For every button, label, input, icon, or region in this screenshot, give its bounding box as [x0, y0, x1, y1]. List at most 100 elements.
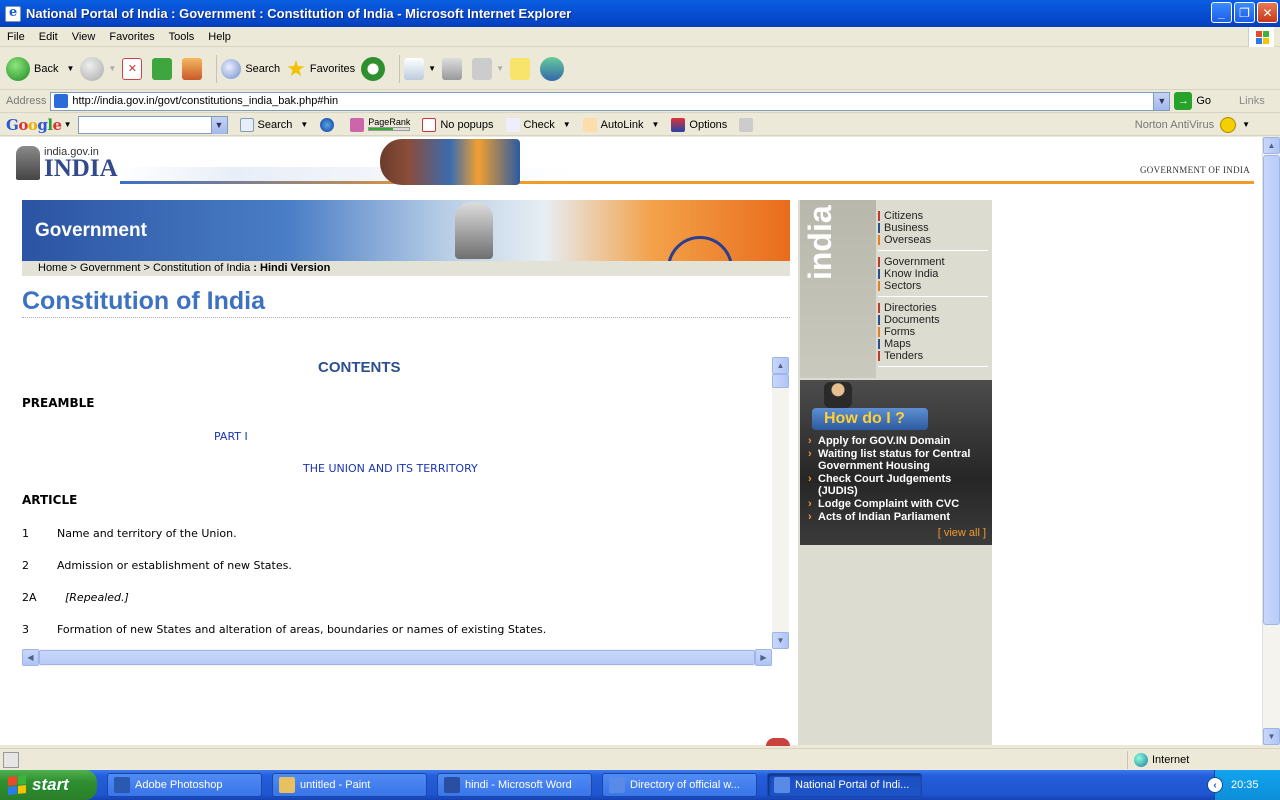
menu-tools[interactable]: Tools: [162, 31, 202, 43]
google-search-input[interactable]: ▼: [77, 115, 228, 134]
scroll-right-arrow-icon[interactable]: ▶: [755, 649, 772, 666]
history-button[interactable]: [361, 56, 389, 81]
how-do-i-link[interactable]: Acts of Indian Parliament: [808, 511, 990, 523]
breadcrumb-government[interactable]: Government: [80, 262, 141, 274]
mail-icon: [404, 57, 425, 80]
task-ie-directory[interactable]: Directory of official w...: [602, 773, 757, 797]
norton-antivirus[interactable]: Norton AntiVirus ▼: [1135, 116, 1250, 133]
pencil-button[interactable]: [739, 117, 757, 132]
home-button[interactable]: [182, 57, 206, 80]
part-title-link[interactable]: THE UNION AND ITS TERRITORY: [303, 462, 478, 475]
ie-app-icon: [5, 5, 21, 22]
frame-vertical-scrollbar[interactable]: ▲ ▼: [772, 357, 789, 649]
menu-favorites[interactable]: Favorites: [102, 31, 161, 43]
constitution-frame: CONTENTS PREAMBLE PART I THE UNION AND I…: [22, 357, 790, 667]
word-icon: [444, 777, 460, 793]
scroll-down-arrow-icon[interactable]: ▼: [772, 632, 789, 649]
options-button[interactable]: Options: [671, 117, 727, 132]
sidebar-item-sectors[interactable]: Sectors: [878, 280, 988, 292]
favorites-button[interactable]: ★ Favorites: [286, 56, 355, 82]
frame-horizontal-scrollbar[interactable]: ◀ ▶: [22, 649, 772, 666]
sidebar-item-documents[interactable]: Documents: [878, 314, 988, 326]
autolink-button[interactable]: AutoLink ▼: [582, 117, 659, 132]
header-photo: [380, 139, 520, 185]
sidebar-item-directories[interactable]: Directories: [878, 302, 988, 314]
edit-button[interactable]: ▼: [472, 57, 504, 80]
frame-hscroll-thumb[interactable]: [39, 650, 755, 665]
menu-help[interactable]: Help: [201, 31, 238, 43]
restore-button[interactable]: ❐: [1234, 2, 1255, 23]
internet-globe-icon: [1134, 753, 1148, 767]
frame-scroll-thumb[interactable]: [772, 374, 789, 388]
preamble-heading[interactable]: PREAMBLE: [22, 396, 94, 410]
how-do-i-link[interactable]: Lodge Complaint with CVC: [808, 498, 990, 510]
part-link[interactable]: PART I: [214, 430, 248, 443]
article-number: 3: [22, 623, 29, 636]
task-ie-national-portal[interactable]: National Portal of Indi...: [767, 773, 922, 797]
options-icon: [671, 117, 686, 132]
task-word[interactable]: hindi - Microsoft Word: [437, 773, 592, 797]
spellcheck-button[interactable]: Check ▼: [505, 117, 571, 132]
clock[interactable]: 20:35: [1231, 779, 1259, 791]
page-scroll-thumb[interactable]: [1263, 155, 1280, 625]
refresh-button[interactable]: [152, 57, 176, 80]
tray-expand-icon[interactable]: ‹: [1207, 777, 1223, 793]
menu-view[interactable]: View: [65, 31, 103, 43]
close-button[interactable]: ✕: [1257, 2, 1278, 23]
article-row[interactable]: 1 Name and territory of the Union.: [22, 527, 237, 540]
site-logo[interactable]: india.gov.in INDIA: [16, 146, 118, 182]
forward-button[interactable]: ▼: [80, 56, 116, 81]
favorites-label: Favorites: [309, 62, 356, 75]
how-do-i-link[interactable]: Check Court Judgements (JUDIS): [808, 473, 990, 497]
task-photoshop[interactable]: Adobe Photoshop: [107, 773, 262, 797]
page-scroll-down-icon[interactable]: ▼: [1263, 728, 1280, 745]
back-button[interactable]: Back ▼: [6, 56, 74, 81]
logo-word: INDIA: [44, 155, 118, 182]
sidebar-item-citizens[interactable]: Citizens: [878, 210, 988, 222]
task-paint[interactable]: untitled - Paint: [272, 773, 427, 797]
discuss-button[interactable]: [510, 57, 534, 80]
address-input[interactable]: http://india.gov.in/govt/constitutions_i…: [50, 91, 1171, 111]
article-row[interactable]: 3 Formation of new States and alteration …: [22, 623, 546, 636]
popup-blocker-button[interactable]: No popups: [422, 117, 494, 132]
minimize-button[interactable]: _: [1211, 2, 1232, 23]
search-button[interactable]: Search: [221, 58, 280, 79]
google-news-button[interactable]: [320, 117, 338, 132]
search-icon: [221, 58, 242, 79]
print-button[interactable]: [442, 57, 466, 80]
start-label: start: [32, 775, 69, 794]
address-url: http://india.gov.in/govt/constitutions_i…: [72, 95, 339, 107]
sidebar-item-forms[interactable]: Forms: [878, 326, 988, 338]
mail-button[interactable]: ▼: [404, 57, 436, 80]
article-row[interactable]: 2A [Repealed.]: [22, 591, 129, 604]
messenger-button[interactable]: [540, 56, 568, 81]
scroll-left-arrow-icon[interactable]: ◀: [22, 649, 39, 666]
menu-file[interactable]: File: [0, 31, 32, 43]
address-dropdown[interactable]: ▼: [1153, 92, 1170, 110]
sidebar-item-business[interactable]: Business: [878, 222, 988, 234]
sidebar-item-know-india[interactable]: Know India: [878, 268, 988, 280]
breadcrumb-home[interactable]: Home: [38, 262, 67, 274]
start-button[interactable]: start: [0, 770, 97, 800]
scroll-up-arrow-icon[interactable]: ▲: [772, 357, 789, 374]
sidebar-item-tenders[interactable]: Tenders: [878, 350, 988, 362]
back-arrow-icon: [6, 56, 30, 81]
sidebar-item-government[interactable]: Government: [878, 256, 988, 268]
contents-heading: CONTENTS: [318, 359, 401, 376]
go-button[interactable]: → Go: [1174, 92, 1211, 110]
page-scroll-up-icon[interactable]: ▲: [1263, 137, 1280, 154]
page-vertical-scrollbar[interactable]: ▲ ▼: [1262, 137, 1280, 745]
google-logo[interactable]: Google: [6, 116, 62, 134]
how-do-i-link[interactable]: Waiting list status for Central Governme…: [808, 448, 990, 472]
status-bar: Internet: [0, 748, 1280, 770]
links-label[interactable]: Links: [1239, 95, 1265, 107]
google-search-button[interactable]: Search ▼: [239, 117, 308, 132]
how-do-i-link[interactable]: Apply for GOV.IN Domain: [808, 435, 990, 447]
stop-button[interactable]: ✕: [122, 57, 146, 80]
menu-edit[interactable]: Edit: [32, 31, 65, 43]
sidebar-item-maps[interactable]: Maps: [878, 338, 988, 350]
article-row[interactable]: 2 Admission or establishment of new State…: [22, 559, 292, 572]
sidebar-item-overseas[interactable]: Overseas: [878, 234, 988, 246]
hindi-version-link[interactable]: Hindi Version: [260, 262, 330, 274]
view-all-link[interactable]: [ view all ]: [938, 527, 986, 539]
